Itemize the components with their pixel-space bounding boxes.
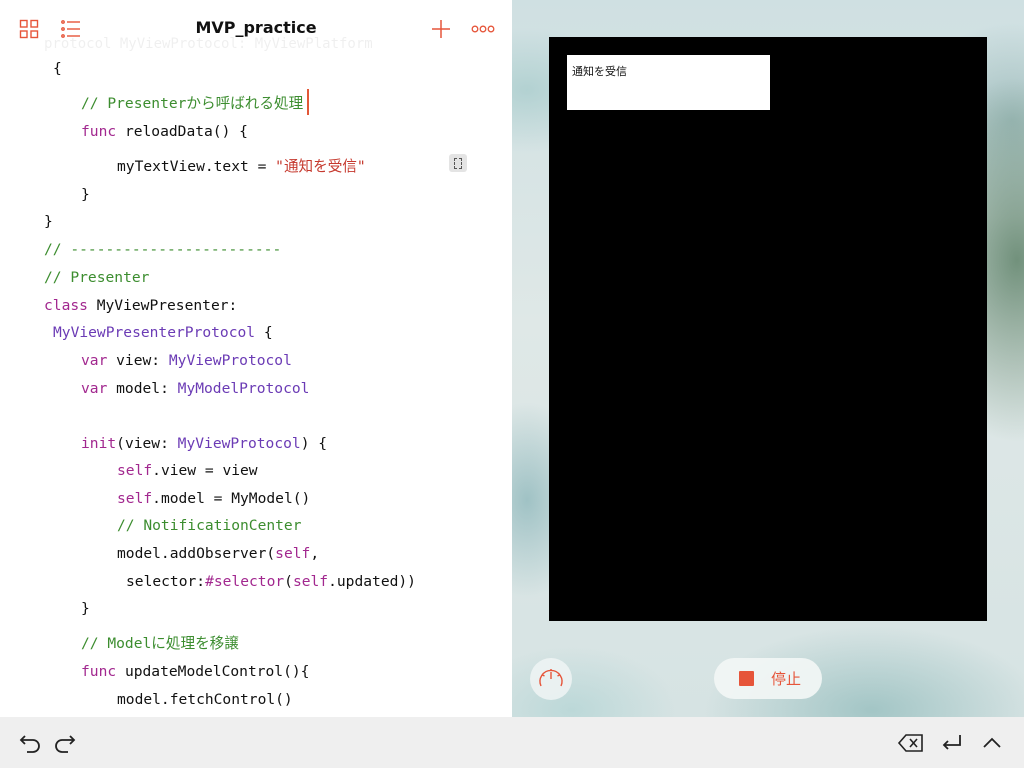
code-token: MyViewPresenter: (87, 297, 238, 314)
code-token: model.fetchControl() (117, 691, 293, 708)
code-token: reloadData() { (116, 123, 248, 140)
placeholder-token-icon[interactable] (449, 154, 467, 172)
code-token: func (81, 663, 117, 680)
keyboard-accessory-bar (0, 717, 1024, 768)
code-token: ) { (300, 435, 328, 452)
code-line[interactable]: MyViewPresenterProtocol { (53, 324, 273, 342)
code-token: updateModelControl(){ (116, 663, 310, 680)
code-token: MyViewPresenterProtocol (53, 324, 256, 341)
code-line[interactable]: myTextView.text = "通知を受信" (117, 158, 366, 176)
my-text-view[interactable]: 通知を受信 (567, 55, 770, 110)
speedometer-icon (536, 664, 566, 694)
code-line[interactable]: init(view: MyViewProtocol) { (81, 435, 327, 453)
code-token: selector: (126, 573, 206, 590)
code-line[interactable]: { (53, 60, 62, 78)
code-token: // ------------------------ (44, 241, 282, 258)
redo-icon[interactable] (51, 729, 79, 757)
code-token: MyViewProtocol (168, 352, 292, 369)
code-token: class (44, 297, 88, 314)
code-line[interactable]: // Modelに処理を移譲 (81, 635, 239, 653)
code-token: self (275, 545, 311, 562)
code-token: var (81, 352, 108, 369)
code-line[interactable]: func reloadData() { (81, 123, 248, 141)
code-line[interactable]: var model: MyModelProtocol (81, 380, 309, 398)
code-token: self (117, 462, 153, 479)
code-line[interactable]: model.fetchControl() (117, 691, 293, 709)
more-icon[interactable] (468, 14, 498, 44)
code-token: // NotificationCenter (117, 517, 302, 534)
code-token: // Presenterから呼ばれる処理 (81, 95, 304, 112)
code-token: #selector (205, 573, 285, 590)
code-token: // Modelに処理を移譲 (81, 635, 239, 652)
code-token: , (310, 545, 320, 562)
code-token: myTextView.text = (117, 158, 276, 175)
code-line[interactable]: } (81, 600, 90, 618)
return-icon[interactable] (938, 729, 966, 757)
code-token: var (81, 380, 108, 397)
chevron-up-icon[interactable] (978, 729, 1006, 757)
code-line[interactable]: // Presenter (44, 269, 149, 287)
code-token: .view = view (152, 462, 258, 479)
code-token: ( (284, 573, 293, 590)
code-line[interactable]: // Presenterから呼ばれる処理 (81, 95, 303, 113)
code-line[interactable]: model.addObserver(self, (117, 545, 319, 563)
stop-button[interactable]: 停止 (714, 658, 822, 699)
delete-icon[interactable] (896, 729, 926, 757)
code-token: self (292, 573, 329, 590)
code-line[interactable]: } (44, 213, 53, 231)
stop-label: 停止 (771, 670, 802, 688)
code-token: func (81, 123, 117, 140)
code-token: } (44, 213, 53, 230)
code-editor[interactable]: protocol MyViewProtocol: MyViewPlatform … (0, 0, 512, 717)
code-token: "通知を受信" (275, 158, 366, 175)
code-line[interactable]: // ------------------------ (44, 241, 281, 259)
code-token: .updated)) (328, 573, 416, 590)
code-token: .model = MyModel() (152, 490, 311, 507)
code-line[interactable]: self.model = MyModel() (117, 490, 310, 508)
code-token: } (81, 186, 90, 203)
code-token: { (255, 324, 273, 341)
code-token: init (81, 435, 117, 452)
code-token: model: (107, 380, 178, 397)
text-cursor (307, 89, 309, 115)
code-line[interactable]: var view: MyViewProtocol (81, 352, 292, 370)
code-token: // Presenter (44, 269, 150, 286)
code-line[interactable]: func updateModelControl(){ (81, 663, 309, 681)
code-token: view: (107, 352, 169, 369)
code-line[interactable]: selector:#selector(self.updated)) (126, 573, 416, 591)
code-token: MyModelProtocol (177, 380, 310, 397)
code-token: self (117, 490, 153, 507)
code-line[interactable]: // NotificationCenter (117, 517, 302, 535)
code-token: { (53, 60, 62, 77)
live-preview-pane: 通知を受信 停止 (512, 0, 1024, 717)
undo-icon[interactable] (16, 729, 44, 757)
code-line[interactable]: self.view = view (117, 462, 258, 480)
code-line[interactable]: } (81, 186, 90, 204)
editor-toolbar: MVP_practice (0, 0, 512, 58)
code-token: MyViewProtocol (177, 435, 301, 452)
stop-icon (739, 671, 754, 686)
code-token: (view: (116, 435, 178, 452)
plus-icon[interactable] (426, 14, 456, 44)
code-token: } (81, 600, 90, 617)
device-screen: 通知を受信 (549, 37, 987, 621)
code-line[interactable]: class MyViewPresenter: (44, 297, 237, 315)
code-token: model.addObserver( (117, 545, 276, 562)
speedometer-button[interactable] (530, 658, 572, 700)
